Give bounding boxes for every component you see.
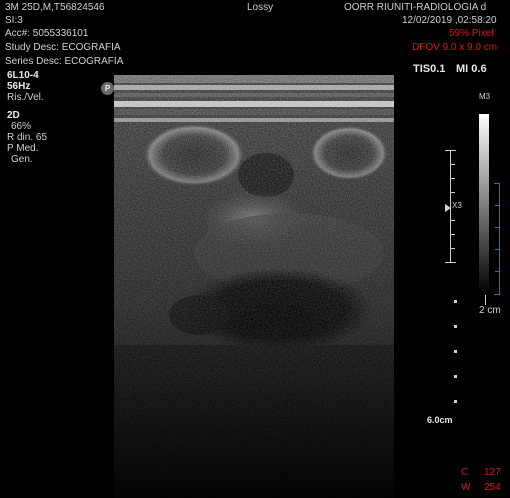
distance-scale-bracket: [494, 183, 500, 295]
ultrasound-image[interactable]: [114, 75, 394, 498]
window-width-value: 254: [484, 482, 501, 493]
imaging-mode: 2D: [7, 110, 20, 121]
map-label: M3: [479, 92, 491, 101]
frame-rate: 56Hz: [7, 81, 31, 92]
resolution-mode: Ris./Vel.: [7, 92, 44, 103]
compression-label: Lossy: [247, 2, 274, 13]
distance-scale-tick: [495, 205, 499, 206]
window-center-value: 127: [484, 467, 501, 478]
focus-marker-icon[interactable]: [445, 204, 451, 212]
window-width-label: W: [461, 482, 471, 493]
greyscale-map-bar: [479, 114, 489, 294]
scale-bar: [485, 295, 486, 305]
preset-label: P Med.: [7, 143, 39, 154]
gain-value: 66%: [11, 121, 32, 132]
depth-scale-tick: [451, 192, 455, 193]
depth-scale-tick: [451, 164, 455, 165]
institution-name: OORR RIUNITI-RADIOLOGIA d: [344, 2, 487, 13]
gen-label: Gen.: [11, 154, 33, 165]
depth-readout: 6.0cm: [427, 415, 453, 425]
patient-id: 3M 25D,M,T56824546: [5, 2, 105, 13]
depth-dot: [454, 325, 457, 328]
depth-dot: [454, 350, 457, 353]
depth-dot: [454, 400, 457, 403]
accession-number: Acc#: 5055336101: [5, 28, 89, 39]
depth-scale-bottom-cap: [445, 262, 456, 263]
distance-scale-tick: [495, 227, 499, 228]
window-center-label: C: [461, 467, 469, 478]
series-description: Series Desc: ECOGRAFIA: [5, 56, 124, 67]
probe-name: 6L10-4: [7, 70, 39, 81]
mi-index: MI 0.6: [456, 63, 487, 75]
study-datetime: 12/02/2019 ,02:58:20: [402, 15, 497, 26]
series-number: SI:3: [5, 15, 23, 26]
depth-scale-tick: [451, 248, 455, 249]
scale-length-label: 2 cm: [479, 305, 501, 316]
display-fov: DFOV 9.0 x 9.0 cm: [412, 42, 498, 53]
dynamic-range: R din. 65: [7, 132, 48, 143]
tis-index: TIS0.1: [413, 63, 446, 75]
depth-scale-tick: [451, 220, 455, 221]
probe-orientation-marker: P: [101, 82, 114, 95]
depth-dot: [454, 375, 457, 378]
distance-scale-tick: [495, 249, 499, 250]
depth-dot: [454, 300, 457, 303]
depth-scale-tick: [451, 178, 455, 179]
zoom-factor: X3: [452, 201, 462, 210]
pixel-info: 59% Pixel: [449, 28, 494, 39]
depth-scale-tick: [451, 234, 455, 235]
depth-scale-top-cap: [445, 150, 456, 151]
distance-scale-tick: [495, 271, 499, 272]
ultrasound-viewer: 3M 25D,M,T56824546 Lossy OORR RIUNITI-RA…: [0, 0, 510, 498]
study-description: Study Desc: ECOGRAFIA: [5, 42, 121, 53]
